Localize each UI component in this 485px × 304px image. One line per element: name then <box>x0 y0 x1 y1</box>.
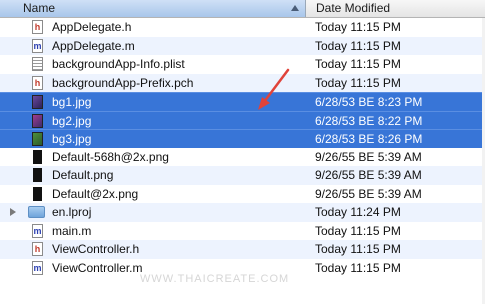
file-row[interactable]: h AppDelegate.h Today 11:15 PM <box>0 18 485 37</box>
name-column-header[interactable]: Name <box>0 0 306 17</box>
plist-file-icon <box>32 57 43 71</box>
file-row[interactable]: h ViewController.h Today 11:15 PM <box>0 240 485 259</box>
png-file-icon <box>33 168 42 182</box>
file-name: Default@2x.png <box>52 186 139 201</box>
folder-row[interactable]: en.lproj Today 11:24 PM <box>0 203 485 222</box>
file-date: Today 11:15 PM <box>315 75 401 90</box>
m-file-icon: m <box>32 38 43 53</box>
column-header-bar: Name Date Modified <box>0 0 485 18</box>
file-name: Default.png <box>52 168 114 182</box>
watermark: WWW.THAICREATE.COM <box>140 273 290 285</box>
file-row-selected[interactable]: bg1.jpg 6/28/53 BE 8:23 PM <box>0 92 485 111</box>
file-row-selected[interactable]: bg2.jpg 6/28/53 BE 8:22 PM <box>0 110 485 129</box>
png-file-icon <box>33 149 42 164</box>
disclosure-triangle-icon[interactable] <box>10 208 16 216</box>
file-date: Today 11:15 PM <box>315 260 401 275</box>
name-column-label: Name <box>23 1 56 15</box>
finder-list-view: Name Date Modified h AppDelegate.h Today… <box>0 0 485 304</box>
file-date: Today 11:15 PM <box>315 242 401 256</box>
file-date: 6/28/53 BE 8:22 PM <box>315 113 423 128</box>
file-date: 9/26/55 BE 5:39 AM <box>315 186 422 201</box>
file-date: Today 11:15 PM <box>315 223 401 238</box>
m-file-icon: m <box>32 223 43 238</box>
file-date: 6/28/53 BE 8:23 PM <box>315 95 423 109</box>
file-name: bg2.jpg <box>52 113 92 128</box>
file-name: en.lproj <box>52 205 92 219</box>
file-list: h AppDelegate.h Today 11:15 PM m AppDele… <box>0 18 485 277</box>
file-name: main.m <box>52 223 92 238</box>
file-row[interactable]: m main.m Today 11:15 PM <box>0 222 485 241</box>
image-file-icon <box>32 113 43 128</box>
png-file-icon <box>33 186 42 201</box>
file-row-selected[interactable]: bg3.jpg 6/28/53 BE 8:26 PM <box>0 129 485 148</box>
pch-file-icon: h <box>32 75 43 90</box>
image-file-icon <box>32 132 43 146</box>
file-row[interactable]: h backgroundApp-Prefix.pch Today 11:15 P… <box>0 73 485 92</box>
file-name: Default-568h@2x.png <box>52 149 169 164</box>
file-name: ViewController.h <box>52 242 140 256</box>
h-file-icon: h <box>32 242 43 256</box>
file-name: ViewController.m <box>52 260 143 275</box>
file-name: backgroundApp-Info.plist <box>52 57 185 71</box>
file-row[interactable]: backgroundApp-Info.plist Today 11:15 PM <box>0 55 485 74</box>
image-file-icon <box>32 95 43 109</box>
file-name: bg3.jpg <box>52 132 92 146</box>
file-name: AppDelegate.m <box>52 38 135 53</box>
file-name: backgroundApp-Prefix.pch <box>52 75 194 90</box>
file-row[interactable]: Default-568h@2x.png 9/26/55 BE 5:39 AM <box>0 148 485 167</box>
file-date: Today 11:15 PM <box>315 38 401 53</box>
file-date: 9/26/55 BE 5:39 AM <box>315 149 422 164</box>
file-row[interactable]: m AppDelegate.m Today 11:15 PM <box>0 36 485 55</box>
sort-ascending-icon[interactable] <box>291 5 299 11</box>
file-row[interactable]: Default.png 9/26/55 BE 5:39 AM <box>0 166 485 185</box>
file-name: AppDelegate.h <box>52 20 132 34</box>
file-date: 9/26/55 BE 5:39 AM <box>315 168 422 182</box>
folder-icon <box>28 206 45 218</box>
date-column-label: Date Modified <box>316 1 391 15</box>
file-date: Today 11:15 PM <box>315 20 401 34</box>
file-name: bg1.jpg <box>52 95 92 109</box>
m-file-icon: m <box>32 260 43 275</box>
file-date: 6/28/53 BE 8:26 PM <box>315 132 423 146</box>
file-date: Today 11:15 PM <box>315 57 401 71</box>
file-date: Today 11:24 PM <box>315 205 401 219</box>
h-file-icon: h <box>32 20 43 34</box>
annotation-arrow-icon <box>258 68 290 110</box>
date-modified-column-header[interactable]: Date Modified <box>310 0 480 17</box>
file-row[interactable]: Default@2x.png 9/26/55 BE 5:39 AM <box>0 185 485 204</box>
